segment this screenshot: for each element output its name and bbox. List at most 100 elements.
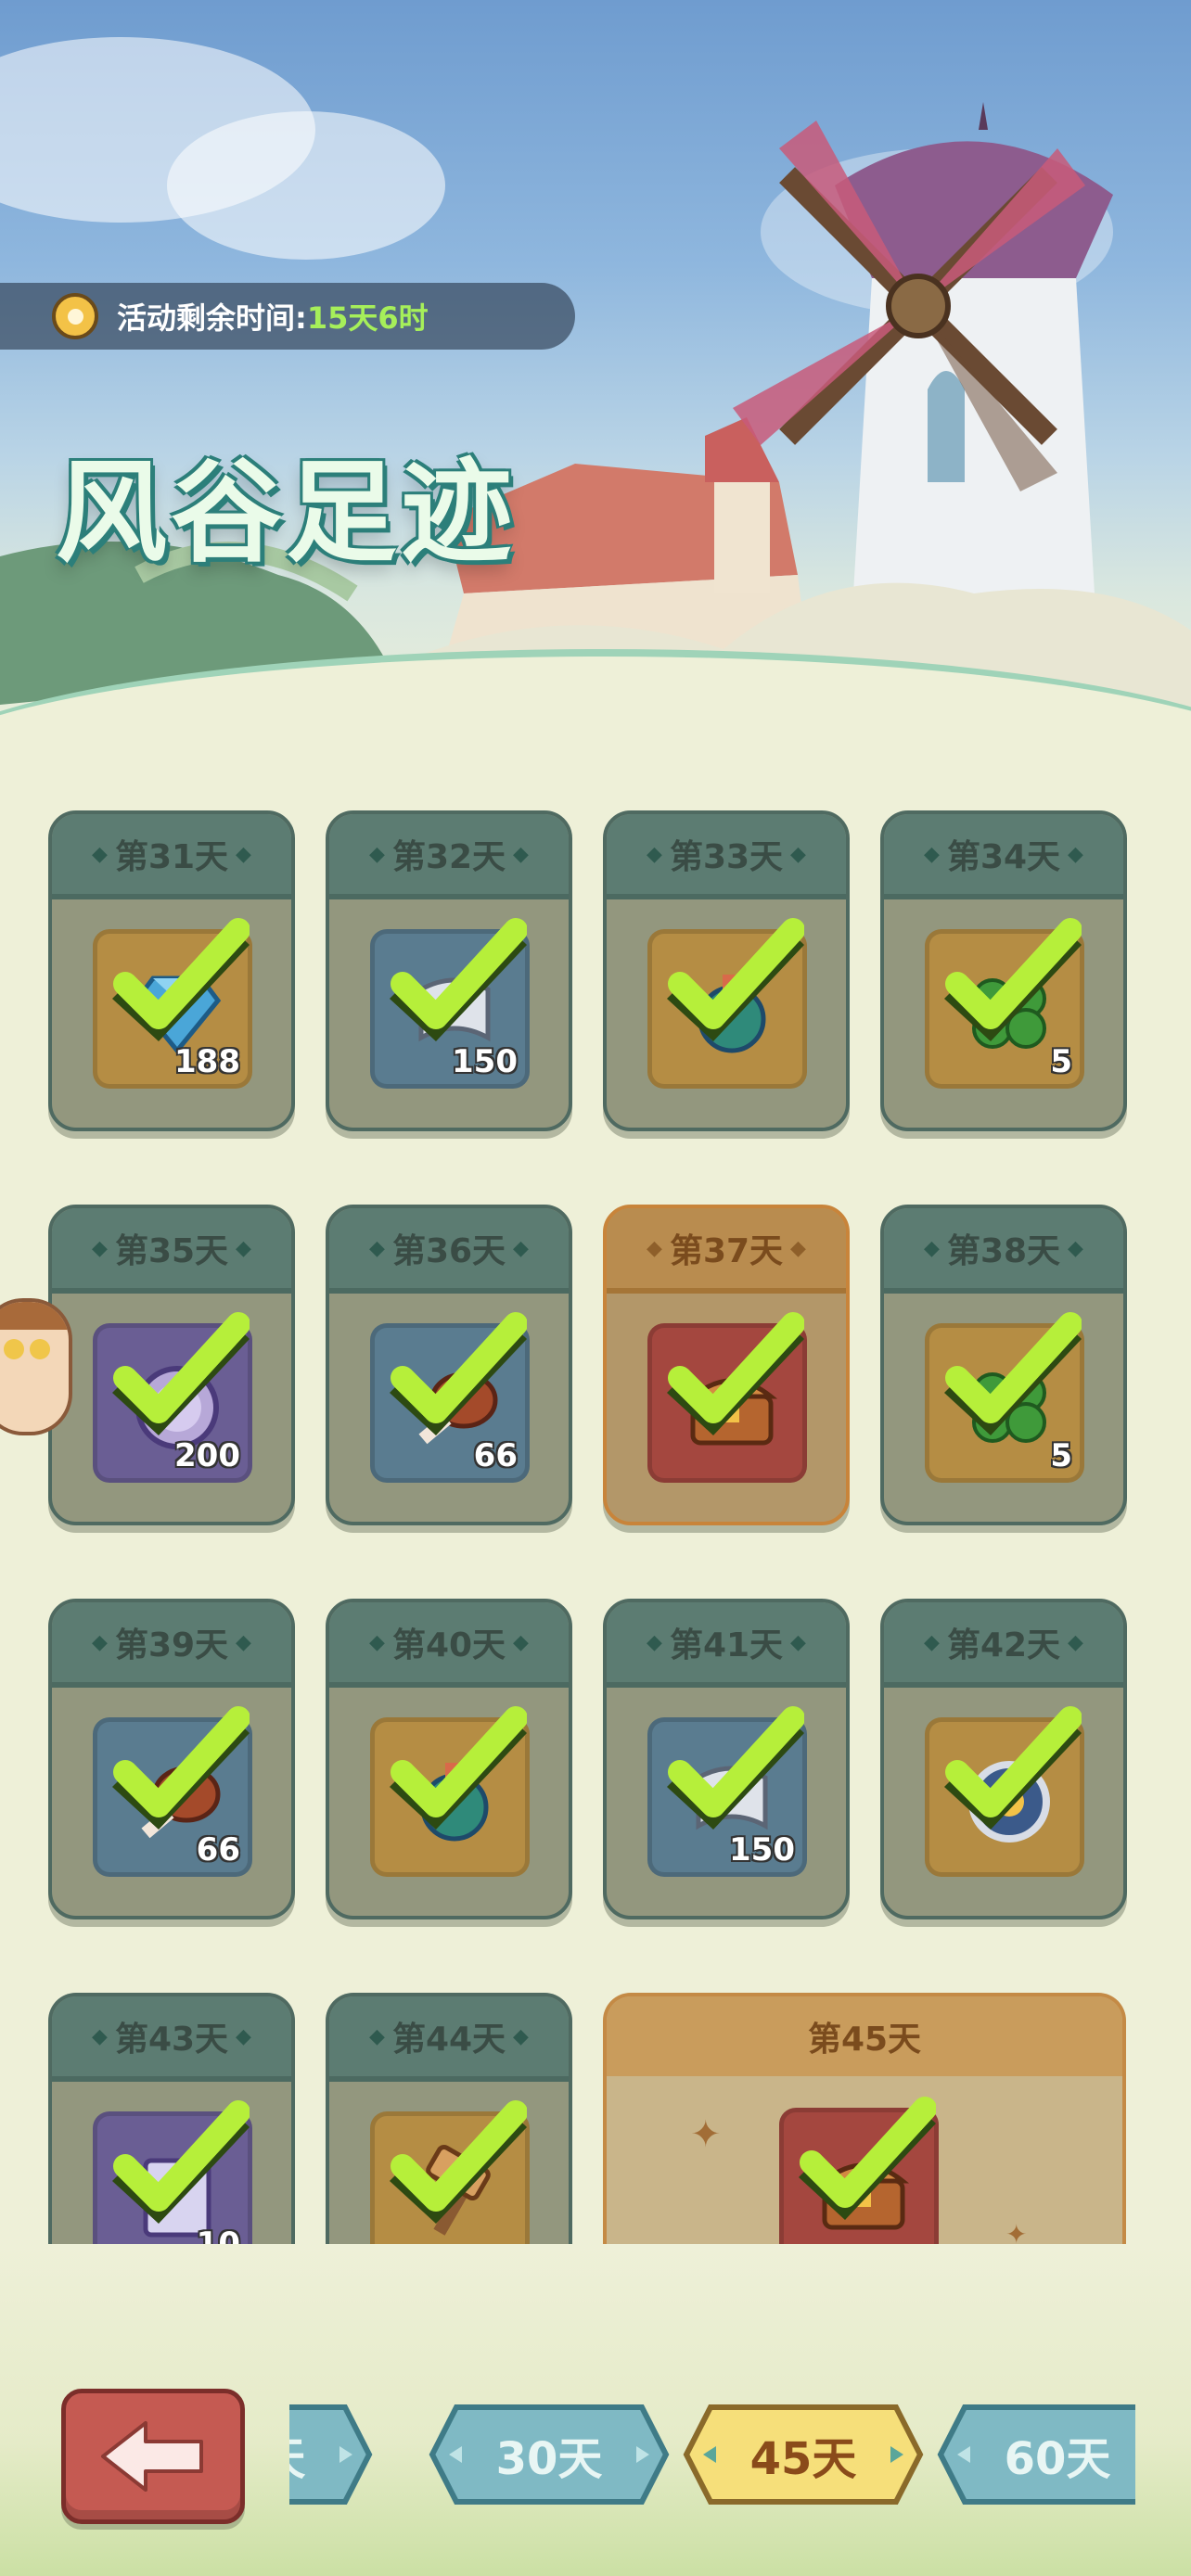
checkmark-icon	[112, 918, 250, 1041]
diamond-ornament-icon: ◆	[236, 1630, 251, 1654]
day-reward-card[interactable]: ◆ 第36天 ◆ 66	[326, 1205, 572, 1525]
reward-quantity: 188	[174, 1043, 240, 1080]
day-label-bar: ◆ 第36天 ◆	[329, 1208, 569, 1294]
diamond-ornament-icon: ◆	[790, 842, 806, 866]
day-label: 第39天	[114, 1626, 229, 1664]
reward-item-tile[interactable]	[370, 1706, 530, 1877]
day-reward-card[interactable]: ◆ 第40天 ◆	[326, 1599, 572, 1919]
event-timer: 活动剩余时间: 15天6时	[0, 283, 575, 350]
day-label: 第42天	[946, 1626, 1061, 1664]
day-label: 第35天	[114, 1232, 229, 1270]
tab-day-15天[interactable]: 15天	[289, 2404, 373, 2506]
checkmark-icon	[390, 1312, 527, 1435]
reward-quantity: 66	[196, 1831, 240, 1868]
diamond-ornament-icon: ◆	[924, 842, 940, 866]
reward-quantity: 66	[473, 1437, 518, 1474]
tab-label: 45天	[749, 2433, 857, 2485]
checkmark-icon	[667, 1312, 804, 1435]
checkmark-icon	[944, 1312, 1082, 1435]
day-label: 第45天	[807, 2021, 922, 2059]
reward-item-tile[interactable]: 188	[93, 918, 252, 1089]
timer-value: 15天6时	[306, 300, 429, 336]
character-avatar[interactable]	[0, 1298, 72, 1435]
tab-label: 60天	[1004, 2433, 1111, 2485]
reward-item-tile[interactable]	[647, 918, 807, 1089]
reward-item-tile[interactable]: 66	[93, 1706, 252, 1877]
reward-item-tile[interactable]: 5	[925, 1312, 1084, 1483]
day-label: 第36天	[391, 1232, 506, 1270]
diamond-ornament-icon: ◆	[647, 842, 662, 866]
day-label-bar: ◆ 第32天 ◆	[329, 814, 569, 899]
day-label: 第34天	[946, 838, 1061, 876]
reward-quantity: 150	[452, 1043, 518, 1080]
day-label-bar: ◆ 第42天 ◆	[884, 1602, 1123, 1688]
tab-day-60天[interactable]: 60天	[937, 2404, 1135, 2506]
diamond-ornament-icon: ◆	[513, 1630, 529, 1654]
back-button[interactable]	[61, 2389, 245, 2524]
day-label-bar: ◆ 第38天 ◆	[884, 1208, 1123, 1294]
day-reward-card[interactable]: 第45天 ✦ ✦	[603, 1993, 1126, 2271]
day-reward-card[interactable]: ◆ 第39天 ◆ 66	[48, 1599, 295, 1919]
diamond-ornament-icon: ◆	[236, 2024, 251, 2048]
day-label-bar: ◆ 第41天 ◆	[607, 1602, 846, 1688]
windmill-illustration	[0, 102, 1191, 760]
diamond-ornament-icon: ◆	[647, 1630, 662, 1654]
reward-item-tile[interactable]: 150	[370, 918, 530, 1089]
reward-item-tile[interactable]: 5	[925, 918, 1084, 1089]
diamond-ornament-icon: ◆	[92, 1630, 108, 1654]
day-label-bar: 第45天	[607, 1996, 1122, 2076]
day-reward-card[interactable]: ◆ 第38天 ◆ 5	[880, 1205, 1127, 1525]
checkmark-icon	[944, 1706, 1082, 1830]
day-reward-card[interactable]: ◆第43天◆10	[48, 1993, 295, 2271]
day-label: 第41天	[669, 1626, 784, 1664]
diamond-ornament-icon: ◆	[513, 1236, 529, 1260]
reward-item-tile[interactable]: 200	[93, 1312, 252, 1483]
reward-item-tile[interactable]	[647, 1312, 807, 1483]
day-reward-card[interactable]: ◆ 第44天 ◆	[326, 1993, 572, 2271]
diamond-ornament-icon: ◆	[369, 1630, 385, 1654]
diamond-ornament-icon: ◆	[924, 1630, 940, 1654]
reward-quantity: 5	[1050, 1043, 1072, 1080]
day-label-bar: ◆ 第43天 ◆	[52, 1996, 291, 2082]
checkmark-icon	[667, 918, 804, 1041]
reward-item-tile[interactable]: 66	[370, 1312, 530, 1483]
diamond-ornament-icon: ◆	[924, 1236, 940, 1260]
day-label: 第38天	[946, 1232, 1061, 1270]
reward-item-tile[interactable]	[925, 1706, 1084, 1877]
diamond-ornament-icon: ◆	[790, 1236, 806, 1260]
diamond-ornament-icon: ◆	[647, 1236, 662, 1260]
diamond-ornament-icon: ◆	[369, 842, 385, 866]
checkmark-icon	[944, 918, 1082, 1041]
checkmark-icon	[390, 918, 527, 1041]
tab-day-30天[interactable]: 30天	[429, 2404, 670, 2506]
day-reward-card[interactable]: ◆ 第35天 ◆ 200	[48, 1205, 295, 1525]
checkmark-icon	[799, 2097, 936, 2220]
reward-item-tile[interactable]: 150	[647, 1706, 807, 1877]
day-reward-card[interactable]: ◆ 第42天 ◆	[880, 1599, 1127, 1919]
clock-icon	[52, 293, 98, 339]
day-reward-card[interactable]: ◆ 第37天 ◆	[603, 1205, 850, 1525]
day-label-bar: ◆ 第33天 ◆	[607, 814, 846, 899]
diamond-ornament-icon: ◆	[236, 1236, 251, 1260]
day-label: 第31天	[114, 838, 229, 876]
arrow-left-icon	[101, 2421, 203, 2492]
day-label-bar: ◆ 第31天 ◆	[52, 814, 291, 899]
checkmark-icon	[112, 1706, 250, 1830]
day-label-bar: ◆ 第39天 ◆	[52, 1602, 291, 1688]
checkmark-icon	[667, 1706, 804, 1830]
day-label-bar: ◆ 第37天 ◆	[607, 1208, 846, 1294]
tab-day-45天[interactable]: 45天	[683, 2404, 924, 2506]
day-reward-card[interactable]: ◆ 第33天 ◆	[603, 810, 850, 1131]
day-label-bar: ◆ 第40天 ◆	[329, 1602, 569, 1688]
diamond-ornament-icon: ◆	[369, 2024, 385, 2048]
day-label-bar: ◆ 第34天 ◆	[884, 814, 1123, 899]
timer-label: 活动剩余时间:	[117, 300, 307, 336]
day-reward-card[interactable]: ◆ 第34天 ◆ 5	[880, 810, 1127, 1131]
sparkle-icon: ✦	[690, 2113, 722, 2156]
day-reward-card[interactable]: ◆ 第41天 ◆ 150	[603, 1599, 850, 1919]
diamond-ornament-icon: ◆	[92, 842, 108, 866]
diamond-ornament-icon: ◆	[236, 842, 251, 866]
checkmark-icon	[112, 1312, 250, 1435]
day-reward-card[interactable]: ◆ 第32天 ◆ 150	[326, 810, 572, 1131]
day-reward-card[interactable]: ◆ 第31天 ◆ 188	[48, 810, 295, 1131]
